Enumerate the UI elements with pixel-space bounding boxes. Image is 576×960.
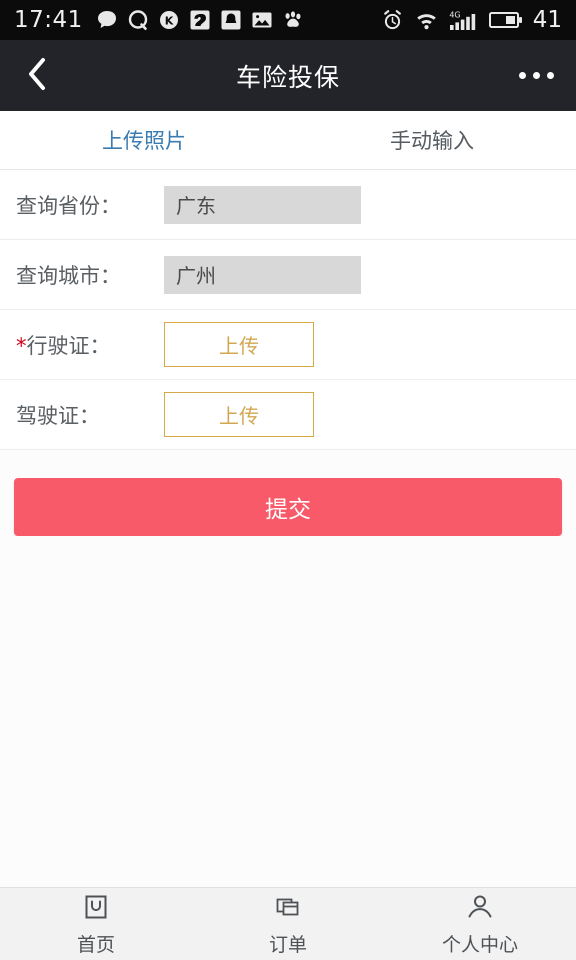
bottom-nav-item-profile[interactable]: 个人中心 [384, 888, 576, 960]
orders-cards-icon [273, 892, 303, 926]
submit-area: 提交 [0, 450, 576, 536]
bottom-nav-item-orders[interactable]: 订单 [192, 888, 384, 960]
app-screen: 17:41 K 4G 41 车险投保 上传照片 手动输入 查询省份： 广东 查询… [0, 0, 576, 960]
more-options-button[interactable] [519, 72, 554, 79]
label-province: 查询省份： [16, 193, 121, 218]
form-row-driver-license: 驾驶证： 上传 [0, 380, 576, 450]
bottom-nav-label-home: 首页 [76, 933, 115, 956]
signal-4g-icon: 4G [449, 9, 479, 32]
submit-button[interactable]: 提交 [14, 478, 562, 536]
status-time: 17:41 [14, 6, 83, 33]
status-bar: 17:41 K 4G 41 [0, 0, 576, 40]
battery-icon [488, 10, 523, 30]
tab-upload-photo[interactable]: 上传照片 [0, 111, 288, 169]
squirrel-icon [189, 9, 211, 31]
label-vehicle-license: *行驶证： [16, 330, 164, 360]
label-vehicle-license-text: 行驶证： [26, 333, 111, 358]
label-driver-license: 驾驶证： [16, 403, 100, 428]
battery-percent: 41 [532, 6, 562, 33]
bottom-nav-bar: 首页 订单 个人中心 [0, 887, 576, 960]
photo-icon [251, 9, 273, 31]
status-bar-right: 4G 41 [381, 6, 562, 33]
back-button[interactable] [0, 40, 74, 111]
k-circle-icon: K [158, 9, 180, 31]
bottom-nav-label-profile: 个人中心 [441, 933, 518, 956]
bottom-nav-label-orders: 订单 [268, 933, 307, 956]
alarm-clock-icon [381, 9, 404, 32]
tab-bar: 上传照片 手动输入 [0, 111, 576, 170]
insurance-form: 查询省份： 广东 查询城市： 广州 *行驶证： 上传 驾驶证： 上传 [0, 170, 576, 450]
qq-icon [127, 9, 149, 31]
more-dot [533, 72, 540, 79]
baidu-paw-icon [282, 9, 304, 31]
content-spacer [0, 536, 576, 887]
status-bar-left: 17:41 K [14, 6, 304, 33]
form-row-province: 查询省份： 广东 [0, 170, 576, 240]
bottom-nav-item-home[interactable]: 首页 [0, 888, 192, 960]
form-row-vehicle-license: *行驶证： 上传 [0, 310, 576, 380]
form-row-city: 查询城市： 广州 [0, 240, 576, 310]
chat-bubble-icon [96, 9, 118, 31]
home-bag-icon [81, 892, 111, 926]
nav-bar: 车险投保 [0, 40, 576, 111]
svg-text:4G: 4G [449, 10, 460, 19]
bell-icon [220, 9, 242, 31]
page-title: 车险投保 [235, 62, 340, 92]
city-field[interactable]: 广州 [164, 255, 361, 294]
upload-driver-license-button[interactable]: 上传 [164, 392, 314, 437]
label-city: 查询城市： [16, 263, 121, 288]
more-dot [547, 72, 554, 79]
more-dot [519, 72, 526, 79]
person-icon [465, 892, 495, 926]
tab-manual-input[interactable]: 手动输入 [288, 111, 576, 169]
wifi-icon [414, 9, 439, 31]
chevron-left-icon [26, 56, 48, 96]
province-field[interactable]: 广东 [164, 185, 361, 224]
svg-text:K: K [165, 15, 174, 28]
required-asterisk: * [16, 333, 27, 358]
upload-vehicle-license-button[interactable]: 上传 [164, 322, 314, 367]
